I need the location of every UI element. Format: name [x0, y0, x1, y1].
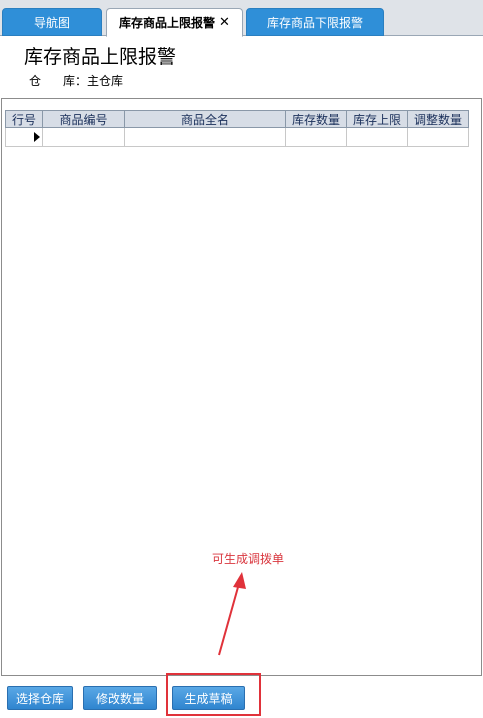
annotation-text: 可生成调拨单 — [212, 552, 285, 566]
select-warehouse-button[interactable]: 选择仓库 — [7, 686, 73, 710]
column-header-row-number[interactable]: 行号 — [5, 110, 43, 128]
tab-label: 导航图 — [33, 15, 70, 30]
close-icon[interactable]: ✕ — [219, 15, 230, 30]
cell-product-code[interactable] — [43, 128, 125, 147]
data-grid: 行号 商品编号 商品全名 库存数量 库存上限 调整数量 — [1, 98, 482, 676]
table-row[interactable] — [5, 128, 469, 147]
tab-label: 库存商品下限报警 — [266, 15, 363, 30]
tab-navigation-map[interactable]: 导航图 — [2, 8, 102, 36]
cell-stock-qty[interactable] — [286, 128, 347, 147]
grid-header: 行号 商品编号 商品全名 库存数量 库存上限 调整数量 — [5, 110, 469, 128]
cell-product-name[interactable] — [125, 128, 286, 147]
column-header-product-code[interactable]: 商品编号 — [43, 110, 125, 128]
tab-stock-upper-limit-alert[interactable]: 库存商品上限报警 ✕ — [106, 8, 243, 37]
warehouse-info: 仓 库：主仓库 — [29, 72, 123, 89]
column-header-product-name[interactable]: 商品全名 — [125, 110, 286, 128]
warehouse-value: 库：主仓库 — [63, 74, 124, 88]
current-row-arrow-icon — [34, 132, 40, 142]
tab-stock-lower-limit-alert[interactable]: 库存商品下限报警 — [246, 8, 384, 36]
highlight-box — [166, 673, 261, 716]
warehouse-label: 仓 — [29, 74, 42, 88]
cell-stock-upper-limit[interactable] — [347, 128, 408, 147]
cell-adjust-qty[interactable] — [408, 128, 469, 147]
tab-strip: 导航图 库存商品上限报警 ✕ 库存商品下限报警 — [0, 0, 483, 37]
tab-label: 库存商品上限报警 — [119, 16, 216, 30]
column-header-stock-upper-limit[interactable]: 库存上限 — [347, 110, 408, 128]
column-header-stock-qty[interactable]: 库存数量 — [286, 110, 347, 128]
page-title: 库存商品上限报警 — [24, 46, 177, 68]
modify-quantity-button[interactable]: 修改数量 — [83, 686, 157, 710]
column-header-adjust-qty[interactable]: 调整数量 — [408, 110, 469, 128]
row-indicator[interactable] — [5, 128, 43, 147]
